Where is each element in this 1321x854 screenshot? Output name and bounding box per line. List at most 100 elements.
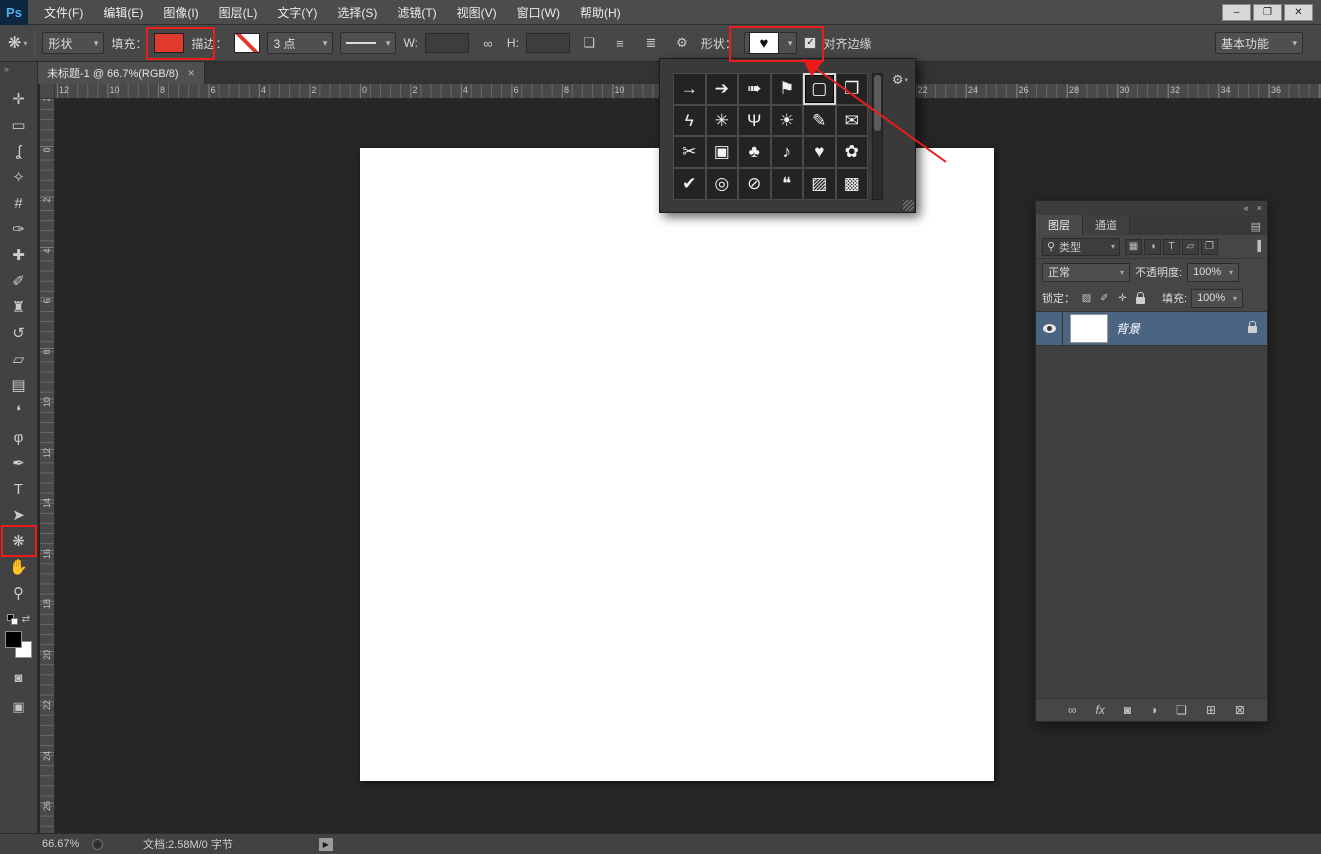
shape-starburst[interactable]: ✳ xyxy=(706,105,739,137)
tab-close-icon[interactable]: × xyxy=(188,66,195,80)
pen-tool[interactable]: ✒ xyxy=(4,450,34,476)
screen-mode-button[interactable]: ▣ xyxy=(6,696,32,718)
filter-type-layers-icon[interactable]: T xyxy=(1163,239,1180,255)
path-selection-tool[interactable]: ➤ xyxy=(4,502,34,528)
menu-edit[interactable]: 编辑(E) xyxy=(93,4,153,21)
menu-file[interactable]: 文件(F) xyxy=(34,4,93,21)
close-button[interactable]: ✕ xyxy=(1284,4,1313,21)
toolbar-collapse-icon[interactable]: » xyxy=(0,62,13,76)
shape-registration-target[interactable]: ◎ xyxy=(706,168,739,200)
stroke-color-swatch[interactable] xyxy=(234,33,260,53)
adjustment-layer-icon[interactable]: ◑ xyxy=(1150,703,1157,717)
custom-shape-tool[interactable]: ❋ xyxy=(4,528,34,554)
gear-icon[interactable]: ⚙ xyxy=(670,32,694,54)
shape-thin-arrow[interactable]: → xyxy=(673,73,706,105)
rectangular-marquee-tool[interactable]: ▭ xyxy=(4,112,34,138)
zoom-tool[interactable]: ⚲ xyxy=(4,580,34,606)
height-input[interactable] xyxy=(526,33,570,53)
shape-fleur-de-lis[interactable]: ♣ xyxy=(738,136,771,168)
path-arrange-icon[interactable]: ≣ xyxy=(639,32,663,54)
menu-type[interactable]: 文字(Y) xyxy=(267,4,327,21)
workspace-switcher[interactable]: 基本功能 xyxy=(1215,32,1303,54)
shape-heart[interactable]: ♥ xyxy=(803,136,836,168)
fill-color-swatch[interactable] xyxy=(154,33,184,53)
path-operations-icon[interactable]: ❏ xyxy=(577,32,601,54)
new-group-icon[interactable]: ❏ xyxy=(1176,703,1187,717)
close-panel-icon[interactable]: × xyxy=(1257,203,1262,213)
shape-picker-scrollbar[interactable] xyxy=(872,73,883,200)
filter-adjustment-layers-icon[interactable]: ◑ xyxy=(1144,239,1161,255)
shape-diagonal-stripes[interactable]: ▨ xyxy=(803,168,836,200)
minimize-button[interactable]: – xyxy=(1222,4,1251,21)
shape-lightning[interactable]: ϟ xyxy=(673,105,706,137)
panel-menu-icon[interactable]: ▤ xyxy=(1251,220,1267,235)
filter-smart-objects-icon[interactable]: ❐ xyxy=(1201,239,1218,255)
canvas[interactable] xyxy=(360,148,994,781)
status-expand-icon[interactable]: ▶ xyxy=(319,838,333,851)
visibility-toggle[interactable] xyxy=(1036,312,1063,345)
align-edges-checkbox[interactable] xyxy=(804,37,816,49)
shape-check-mark[interactable]: ✔ xyxy=(673,168,706,200)
default-colors-icon[interactable] xyxy=(7,614,18,625)
path-alignment-icon[interactable]: ≡ xyxy=(608,32,632,54)
gradient-tool[interactable]: ▤ xyxy=(4,372,34,398)
layer-effects-icon[interactable]: fx xyxy=(1096,703,1105,717)
shape-flower[interactable]: ✿ xyxy=(836,136,869,168)
menu-select[interactable]: 选择(S) xyxy=(327,4,387,21)
foreground-color-swatch[interactable] xyxy=(5,631,22,648)
lock-all-icon[interactable] xyxy=(1133,291,1148,306)
filter-type-dropdown[interactable]: ⚲ 类型 xyxy=(1042,238,1120,256)
layer-mask-icon[interactable]: ◙ xyxy=(1124,703,1131,717)
type-tool[interactable]: T xyxy=(4,476,34,502)
tool-mode-dropdown[interactable]: 形状 xyxy=(42,32,104,54)
menu-layer[interactable]: 图层(L) xyxy=(209,4,268,21)
shape-rounded-square[interactable]: ▢ xyxy=(803,73,836,105)
shape-ornament[interactable]: ♪ xyxy=(771,136,804,168)
layer-thumbnail[interactable] xyxy=(1070,314,1108,343)
zoom-level[interactable]: 66.67% xyxy=(42,838,92,850)
shape-envelope[interactable]: ✉ xyxy=(836,105,869,137)
delete-layer-icon[interactable]: ⊠ xyxy=(1235,703,1245,717)
shape-no-symbol[interactable]: ⊘ xyxy=(738,168,771,200)
shape-picker-dropdown[interactable]: ♥ xyxy=(744,32,798,54)
fill-dropdown[interactable]: 100% xyxy=(1191,289,1243,308)
filter-shape-layers-icon[interactable]: ▱ xyxy=(1182,239,1199,255)
scrollbar-thumb[interactable] xyxy=(874,75,881,131)
collapse-panel-icon[interactable]: « xyxy=(1244,203,1249,213)
tab-layers[interactable]: 图层 xyxy=(1036,215,1083,235)
move-tool[interactable]: ✛ xyxy=(4,86,34,112)
tab-channels[interactable]: 通道 xyxy=(1083,215,1130,235)
lock-transparency-icon[interactable]: ▨ xyxy=(1079,291,1094,306)
shape-arrow-2[interactable]: ➔ xyxy=(706,73,739,105)
eraser-tool[interactable]: ▱ xyxy=(4,346,34,372)
maximize-button[interactable]: ❐ xyxy=(1253,4,1282,21)
spot-healing-brush-tool[interactable]: ✚ xyxy=(4,242,34,268)
stroke-width-dropdown[interactable]: 3 点 xyxy=(267,32,333,54)
ruler-vertical[interactable]: 202468101214161820222426 xyxy=(40,99,55,833)
filter-toggle-icon[interactable]: ▐ xyxy=(1254,241,1261,252)
eyedropper-tool[interactable]: ✑ xyxy=(4,216,34,242)
shape-banner[interactable]: ⚑ xyxy=(771,73,804,105)
stroke-style-dropdown[interactable] xyxy=(340,32,396,54)
lock-position-icon[interactable]: ✛ xyxy=(1115,291,1130,306)
lock-pixels-icon[interactable]: ✐ xyxy=(1097,291,1112,306)
menu-help[interactable]: 帮助(H) xyxy=(570,4,631,21)
shape-talk-bubble[interactable]: ❝ xyxy=(771,168,804,200)
quick-mask-button[interactable]: ◙ xyxy=(6,666,32,688)
menu-window[interactable]: 窗口(W) xyxy=(507,4,570,21)
shape-frame[interactable]: ❐ xyxy=(836,73,869,105)
crop-tool[interactable]: # xyxy=(4,190,34,216)
quick-selection-tool[interactable]: ✧ xyxy=(4,164,34,190)
menu-filter[interactable]: 滤镜(T) xyxy=(387,4,446,21)
history-brush-tool[interactable]: ↺ xyxy=(4,320,34,346)
shape-halftone-dots[interactable]: ▩ xyxy=(836,168,869,200)
blur-tool[interactable]: ❛ xyxy=(4,398,34,424)
shape-scissors[interactable]: ✂ xyxy=(673,136,706,168)
clone-stamp-tool[interactable]: ♜ xyxy=(4,294,34,320)
shape-light-bulb[interactable]: ☀ xyxy=(771,105,804,137)
link-layers-icon[interactable]: ∞ xyxy=(1068,703,1077,717)
layer-row[interactable]: 背景 xyxy=(1036,312,1267,346)
swap-colors-icon[interactable]: ⇄ xyxy=(22,614,30,625)
resize-grip-icon[interactable] xyxy=(903,200,914,211)
filter-pixel-layers-icon[interactable]: ▦ xyxy=(1125,239,1142,255)
